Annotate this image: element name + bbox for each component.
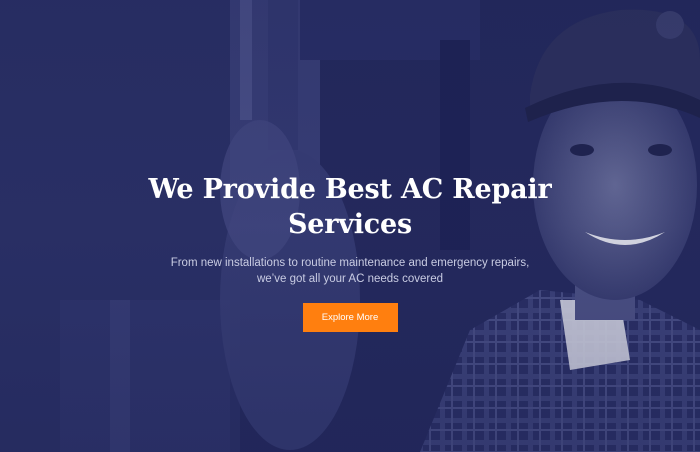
explore-more-button[interactable]: Explore More	[302, 303, 398, 332]
hero-section: We Provide Best AC Repair Services From …	[0, 0, 700, 452]
hero-subtitle: From new installations to routine mainte…	[170, 255, 530, 287]
hero-title-line-2: Services	[287, 209, 413, 240]
hero-subtitle-line-1: From new installations to routine mainte…	[170, 257, 530, 269]
hero-content: We Provide Best AC Repair Services From …	[0, 172, 700, 332]
hero-subtitle-line-2: we’ve got all your AC needs covered	[256, 273, 444, 285]
hero-title: We Provide Best AC Repair Services	[140, 172, 560, 242]
hero-title-line-1: We Provide Best AC Repair	[148, 174, 552, 205]
